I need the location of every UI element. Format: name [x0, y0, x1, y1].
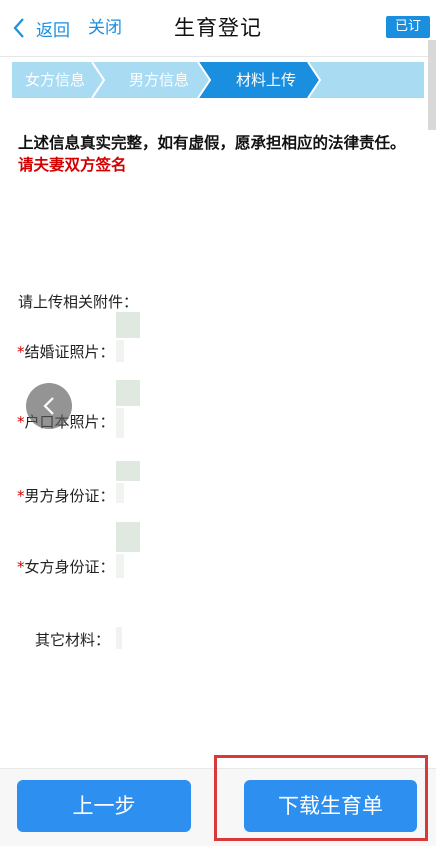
upload-thumbnail[interactable] — [116, 380, 140, 406]
upload-slot-female-id[interactable] — [116, 554, 124, 578]
field-label-text: 女方身份证： — [24, 558, 115, 576]
upload-thumbnail[interactable] — [116, 312, 140, 338]
upload-slot-household[interactable] — [116, 408, 124, 438]
upload-slot-marriage[interactable] — [116, 340, 124, 362]
upload-thumbnail[interactable] — [116, 522, 140, 552]
field-male-id-card: *男方身份证： — [17, 485, 115, 506]
step-female-info[interactable]: 女方信息 — [12, 62, 98, 98]
upload-thumbnail[interactable] — [116, 461, 140, 481]
step-progress-bar: 女方信息 男方信息 材料上传 — [12, 62, 424, 98]
required-marker: * — [17, 487, 25, 505]
arrow-left-icon — [43, 397, 54, 415]
status-badge[interactable]: 已订 — [386, 16, 430, 38]
step-male-info[interactable]: 男方信息 — [112, 62, 206, 98]
signature-reminder: 请夫妻双方签名 — [18, 156, 127, 174]
declaration-main: 上述信息真实完整，如有虚假，愿承担相应的法律责任。 — [18, 134, 406, 152]
step-material-upload[interactable]: 材料上传 — [218, 62, 314, 98]
highlight-annotation-box — [214, 755, 428, 841]
field-label-text: 其它材料： — [35, 631, 111, 649]
field-label-text: 结婚证照片： — [24, 343, 115, 361]
field-marriage-certificate: *结婚证照片： — [17, 341, 115, 362]
required-marker: * — [17, 413, 25, 431]
required-marker: * — [17, 558, 25, 576]
field-label-text: 男方身份证： — [24, 487, 115, 505]
previous-step-button[interactable]: 上一步 — [17, 780, 191, 832]
upload-slot-other[interactable] — [116, 627, 122, 649]
field-female-id-card: *女方身份证： — [17, 556, 115, 577]
required-marker: * — [17, 343, 25, 361]
upload-section-title: 请上传相关附件： — [18, 293, 139, 311]
back-button[interactable]: 返回 — [12, 14, 70, 42]
upload-slot-male-id[interactable] — [116, 483, 124, 503]
floating-back-button[interactable] — [26, 383, 72, 429]
scroll-indicator — [428, 40, 436, 130]
declaration-text: 上述信息真实完整，如有虚假，愿承担相应的法律责任。请夫妻双方签名 — [18, 132, 408, 176]
chevron-left-icon — [13, 18, 24, 38]
close-button[interactable]: 关闭 — [88, 14, 122, 42]
back-label: 返回 — [36, 20, 70, 41]
top-nav-bar: 返回 关闭 生育登记 已订 — [0, 0, 436, 57]
field-other-materials: 其它材料： — [35, 629, 110, 650]
